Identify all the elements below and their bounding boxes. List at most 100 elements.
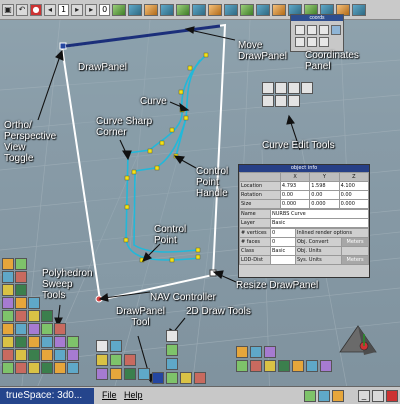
handle-icon[interactable] <box>275 95 287 107</box>
cube-icon[interactable] <box>2 258 14 270</box>
drawpanel-icon[interactable] <box>152 372 164 384</box>
draw-polygon-icon[interactable] <box>96 368 108 380</box>
bevel-icon[interactable] <box>28 297 40 309</box>
boolean-icon[interactable] <box>41 323 53 335</box>
weld-icon[interactable] <box>67 336 79 348</box>
world-coords-icon[interactable] <box>295 25 305 35</box>
help-icon[interactable] <box>332 390 344 402</box>
polygon-icon[interactable] <box>2 323 14 335</box>
torus-icon[interactable] <box>2 284 14 296</box>
delete-point-icon[interactable] <box>275 82 287 94</box>
tri-icon[interactable] <box>54 323 66 335</box>
render-tool-icon[interactable] <box>264 346 276 358</box>
material-ball-icon[interactable] <box>15 362 27 374</box>
smooth-icon[interactable] <box>28 336 40 348</box>
sphere-icon[interactable] <box>15 258 27 270</box>
layer-select[interactable]: Basic <box>270 218 369 228</box>
physics-icon[interactable] <box>320 360 332 372</box>
bones-icon[interactable] <box>292 360 304 372</box>
ik-tool-icon[interactable] <box>278 360 290 372</box>
glue-icon[interactable] <box>67 349 79 361</box>
text-tool-icon[interactable] <box>166 330 178 342</box>
draw-rect-icon[interactable] <box>124 354 136 366</box>
bezier-icon[interactable] <box>180 372 192 384</box>
curve-tool-icon[interactable] <box>166 358 178 370</box>
subdivide-icon[interactable] <box>15 336 27 348</box>
coordinates-panel[interactable]: coords <box>290 14 344 52</box>
path-tool-icon[interactable] <box>264 360 276 372</box>
move-point-icon[interactable] <box>262 95 274 107</box>
location-z-field[interactable]: 4.100 <box>338 181 370 191</box>
name-field[interactable]: NURBS Curve <box>270 209 369 219</box>
mirror-icon[interactable] <box>15 323 27 335</box>
move-drawpanel-handle[interactable] <box>59 42 67 50</box>
smooth-corner-icon[interactable] <box>301 82 313 94</box>
cylinder-icon[interactable] <box>2 271 14 283</box>
quad-icon[interactable] <box>2 336 14 348</box>
inlined-render-checkbox[interactable]: Inlined render options <box>295 228 369 238</box>
app-title[interactable]: trueSpace: 3d0... <box>0 388 94 404</box>
keyframe-icon[interactable] <box>250 360 262 372</box>
sys-units-button[interactable]: Sys. Units <box>294 255 343 265</box>
sharp-corner-icon[interactable] <box>288 82 300 94</box>
deform-tool-icon[interactable] <box>306 360 318 372</box>
draw-star-icon[interactable] <box>138 368 150 380</box>
obj-convert-button[interactable]: Obj. Convert <box>294 237 343 247</box>
axis-x-icon[interactable] <box>295 37 305 47</box>
menu-file[interactable]: File <box>102 390 117 400</box>
draw-spline-icon[interactable] <box>110 368 122 380</box>
draw-text-icon[interactable] <box>124 368 136 380</box>
sweep-icon[interactable] <box>15 284 27 296</box>
uv-icon[interactable] <box>28 362 40 374</box>
draw-arc-icon[interactable] <box>96 354 108 366</box>
anim-tool-icon[interactable] <box>236 360 248 372</box>
loft-icon[interactable] <box>41 310 53 322</box>
obj-units-button[interactable]: Obj. Units <box>294 246 343 256</box>
scale-icon[interactable] <box>2 349 14 361</box>
lod-value[interactable] <box>270 255 296 265</box>
nurbs-icon[interactable] <box>166 372 178 384</box>
translate-icon[interactable] <box>28 349 40 361</box>
location-x-field[interactable]: 4.793 <box>279 181 311 191</box>
panel-coords-icon[interactable] <box>331 25 341 35</box>
size-z-field[interactable]: 0.000 <box>338 199 370 209</box>
draw-circle-icon[interactable] <box>110 354 122 366</box>
decal-icon[interactable] <box>54 362 66 374</box>
extrude-icon[interactable] <box>15 297 27 309</box>
close-curve-icon[interactable] <box>288 95 300 107</box>
object-coords-icon[interactable] <box>307 25 317 35</box>
close-icon[interactable] <box>386 390 398 402</box>
size-x-field[interactable]: 0.000 <box>279 199 311 209</box>
group-icon[interactable] <box>41 349 53 361</box>
nav-controller[interactable] <box>338 322 378 358</box>
lathe-icon[interactable] <box>2 297 14 309</box>
ungroup-icon[interactable] <box>54 349 66 361</box>
meters-button[interactable]: Meters <box>341 255 369 265</box>
menu-help[interactable]: Help <box>124 390 143 400</box>
deform-icon[interactable] <box>41 336 53 348</box>
rotation-x-field[interactable]: 0.00 <box>279 190 311 200</box>
texture-icon[interactable] <box>41 362 53 374</box>
shape-tool-icon[interactable] <box>166 344 178 356</box>
paint-brush-icon[interactable] <box>2 362 14 374</box>
freehand-icon[interactable] <box>194 372 206 384</box>
minimize-icon[interactable]: _ <box>358 390 370 402</box>
light-tool-icon[interactable] <box>236 346 248 358</box>
bump-icon[interactable] <box>67 362 79 374</box>
status-icon[interactable] <box>304 390 316 402</box>
network-icon[interactable] <box>318 390 330 402</box>
camera-tool-icon[interactable] <box>250 346 262 358</box>
array-icon[interactable] <box>28 323 40 335</box>
axis-y-icon[interactable] <box>307 37 317 47</box>
location-y-field[interactable]: 1.598 <box>309 181 340 191</box>
meters-button[interactable]: Meters <box>341 237 369 247</box>
rotate-icon[interactable] <box>15 349 27 361</box>
plane-icon[interactable] <box>2 310 14 322</box>
add-point-icon[interactable] <box>262 82 274 94</box>
size-y-field[interactable]: 0.000 <box>309 199 340 209</box>
screen-coords-icon[interactable] <box>319 25 329 35</box>
spring-icon[interactable] <box>28 310 40 322</box>
axis-z-icon[interactable] <box>319 37 329 47</box>
draw-line-icon[interactable] <box>110 340 122 352</box>
tube-icon[interactable] <box>15 310 27 322</box>
